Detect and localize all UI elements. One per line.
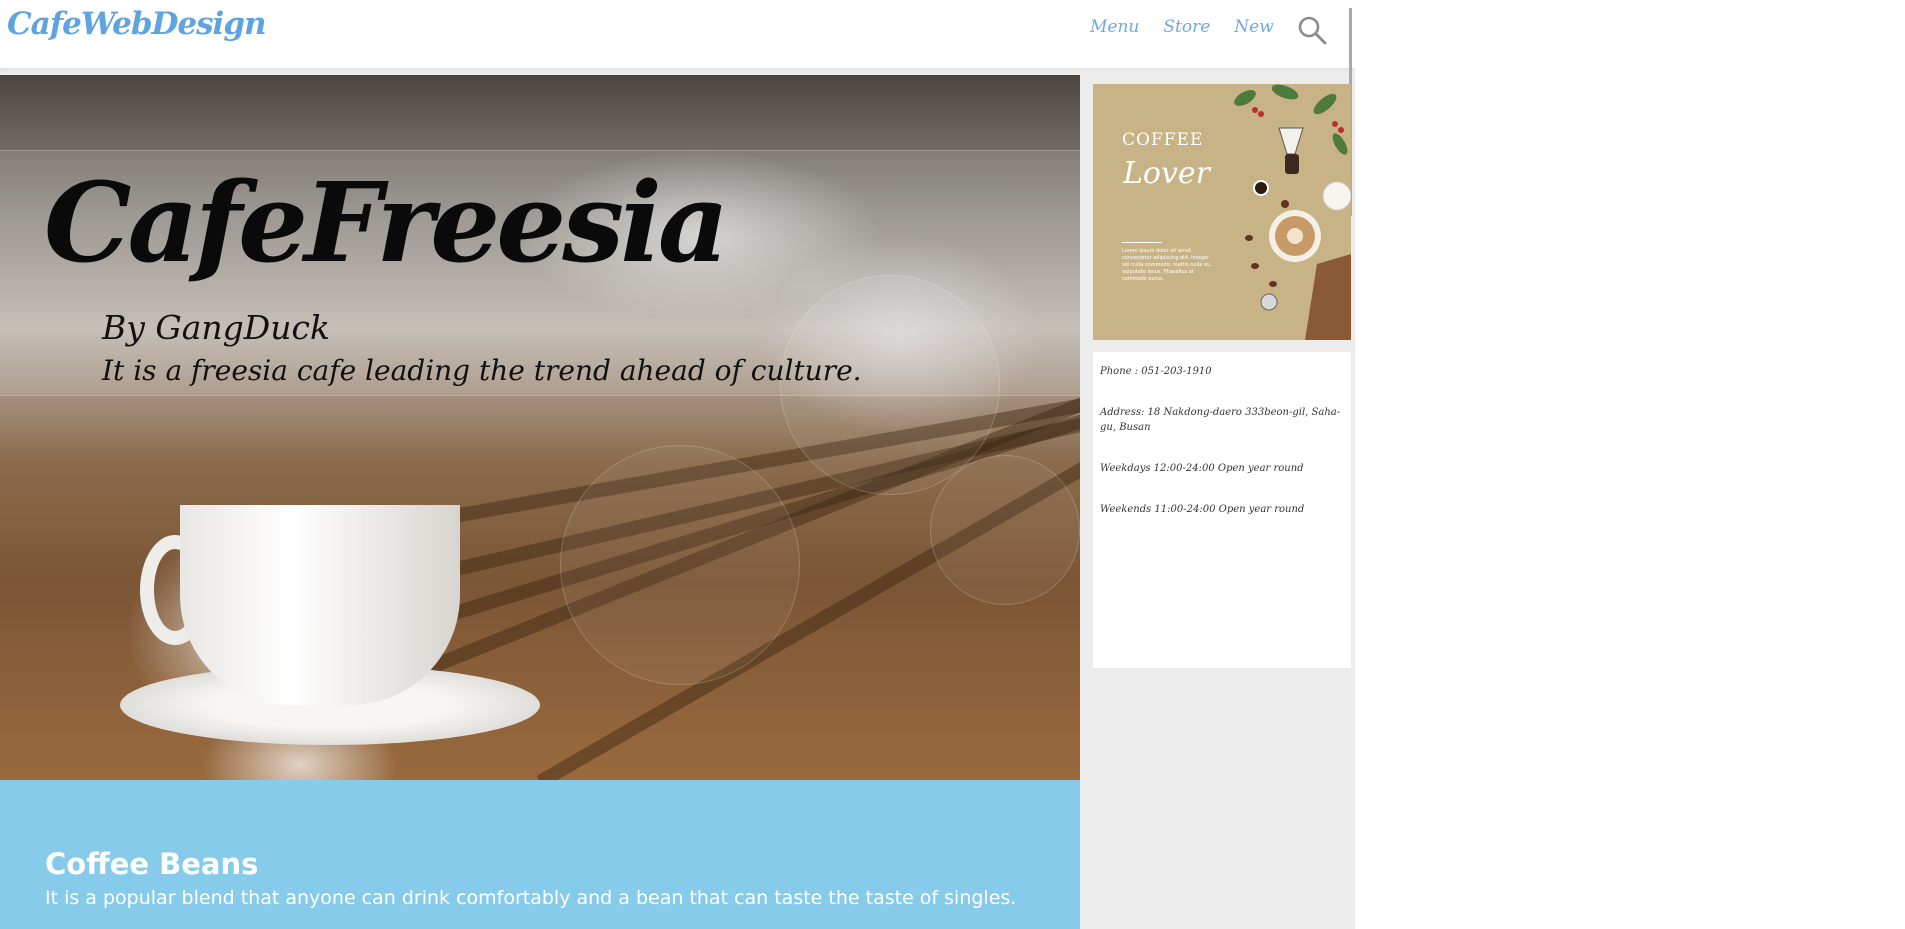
coffee-lover-promo[interactable]: COFFEE Lover Lorem ipsum dolor sit amet,… [1093,84,1351,340]
info-phone: Phone : 051-203-1910 [1100,366,1212,377]
nav-store-link[interactable]: Store [1163,17,1210,37]
search-icon[interactable] [1296,14,1328,46]
coffee-illustration-icon [1234,84,1351,340]
site-header: CafeWebDesign Menu Store New [0,0,1355,68]
nav-menu-link[interactable]: Menu [1090,17,1139,37]
main-nav: Menu Store New [1090,17,1274,37]
coffee-cup-image [180,505,460,705]
beans-description: It is a popular blend that anyone can dr… [45,887,1017,909]
cafe-info-panel: Phone : 051-203-1910 Address: 18 Nakdong… [1093,352,1351,668]
beans-title: Coffee Beans [45,847,259,881]
promo-script: Lover [1123,156,1211,191]
promo-body: Lorem ipsum dolor sit amet, consectetur … [1122,248,1212,282]
page: CafeWebDesign Menu Store New CafeFreesia… [0,0,1355,929]
promo-divider [1122,242,1162,243]
hero-byline: By GangDuck [102,308,330,347]
coffee-beans-section: Coffee Beans It is a popular blend that … [0,780,1080,929]
site-logo[interactable]: CafeWebDesign [7,6,267,42]
info-address: Address: 18 Nakdong-daero 333beon-gil, S… [1100,407,1341,433]
nav-new-link[interactable]: New [1234,17,1274,37]
promo-heading: COFFEE [1122,130,1204,150]
hero-tagline: It is a freesia cafe leading the trend a… [102,354,862,387]
hero-title: CafeFreesia [44,158,729,287]
info-weekdays: Weekdays 12:00-24:00 Open year round [1100,463,1304,474]
info-weekends: Weekends 11:00-24:00 Open year round [1100,504,1305,515]
